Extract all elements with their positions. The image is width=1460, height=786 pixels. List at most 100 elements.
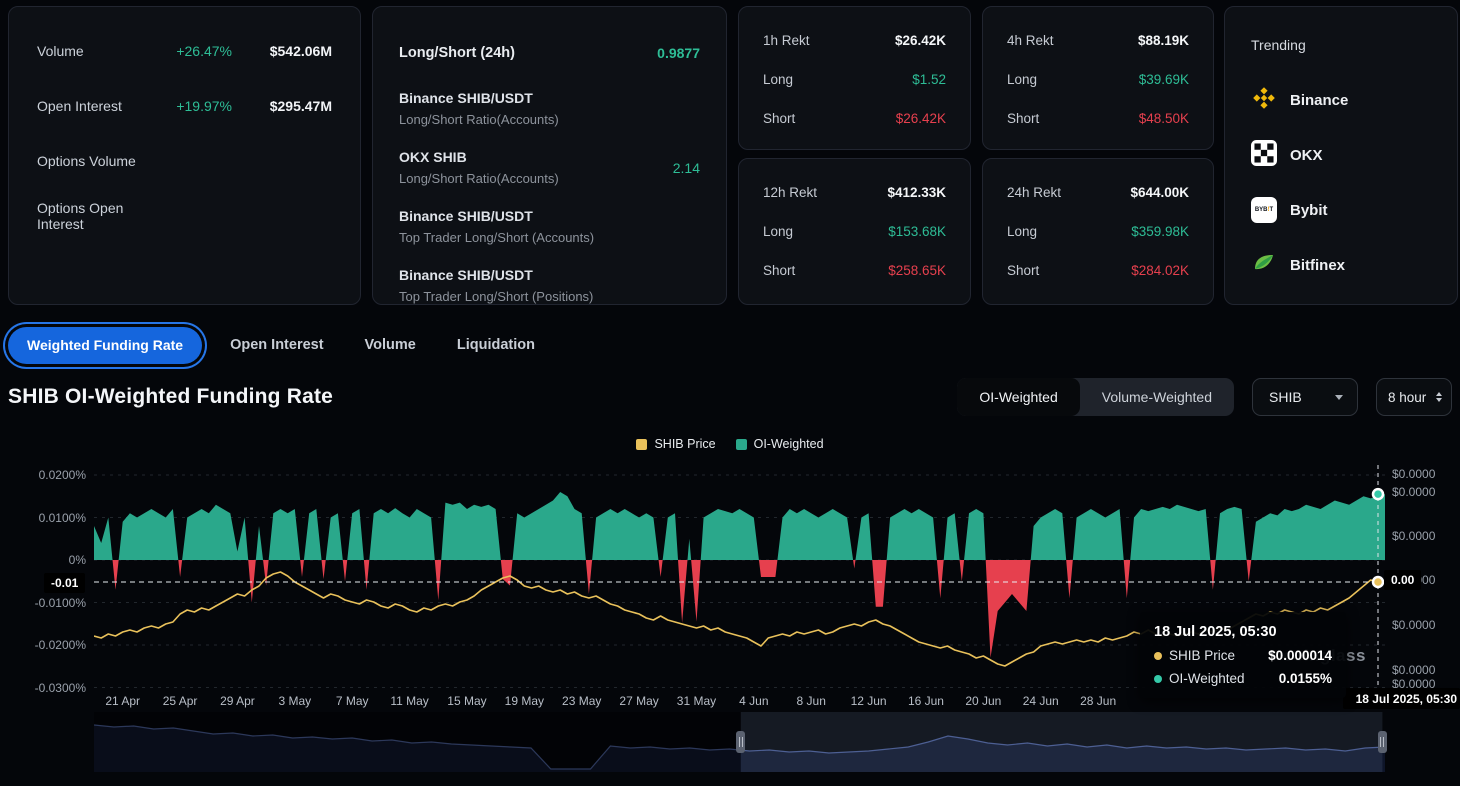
y-tick-right: $0.0000 xyxy=(1392,529,1435,543)
yellow-dot-icon xyxy=(1154,652,1162,660)
rekt-card-24h: 24h Rekt$644.00K Long$359.98K Short$284.… xyxy=(982,158,1214,305)
weight-toggle: OI-Weighted Volume-Weighted xyxy=(957,378,1234,416)
y-tick-right: $0.0000 xyxy=(1392,663,1435,677)
ls-row-title: Binance SHIB/USDT xyxy=(399,90,700,106)
market-stats-card: Volume +26.47% $542.06M Open Interest +1… xyxy=(8,6,361,305)
crosshair-y-badge-left: -0.01 xyxy=(44,573,85,593)
app-root: Volume +26.47% $542.06M Open Interest +1… xyxy=(0,0,1460,786)
tooltip-value: 0.0155% xyxy=(1279,671,1332,686)
y-tick-right: $0.0000 xyxy=(1392,485,1435,499)
navigator-left-handle[interactable] xyxy=(736,731,745,753)
ls-row-subtitle: Long/Short Ratio(Accounts) xyxy=(399,112,700,127)
ls-row-top-trader-accounts[interactable]: Binance SHIB/USDT Top Trader Long/Short … xyxy=(399,208,700,245)
navigator-right-handle[interactable] xyxy=(1378,731,1387,753)
y-tick-left: 0% xyxy=(8,553,86,567)
ls-row-subtitle: Long/Short Ratio(Accounts) xyxy=(399,171,673,186)
stat-row-options-volume[interactable]: Options Volume xyxy=(37,154,332,168)
tooltip-value: $0.000014 xyxy=(1268,648,1332,663)
page-title: SHIB OI-Weighted Funding Rate xyxy=(8,385,957,409)
rekt-short-value: $284.02K xyxy=(1131,263,1189,278)
trending-item-binance[interactable]: Binance xyxy=(1251,87,1431,113)
legend-swatch-teal-icon xyxy=(736,439,747,450)
legend-oi-weighted[interactable]: OI-Weighted xyxy=(736,437,824,451)
interval-select[interactable]: 8 hour xyxy=(1376,378,1452,416)
y-tick-left: -0.0300% xyxy=(8,681,86,695)
binance-logo-icon xyxy=(1251,85,1277,116)
ls-row-top-trader-positions[interactable]: Binance SHIB/USDT Top Trader Long/Short … xyxy=(399,267,700,304)
trending-item-okx[interactable]: OKX xyxy=(1251,142,1431,168)
tooltip-label: OI-Weighted xyxy=(1169,671,1279,686)
stat-value: $542.06M xyxy=(232,43,332,59)
stat-change: +19.97% xyxy=(140,98,232,114)
ls-row-subtitle: Top Trader Long/Short (Accounts) xyxy=(399,230,700,245)
tab-weighted-funding-rate[interactable]: Weighted Funding Rate xyxy=(8,327,202,364)
rekt-period: 24h Rekt xyxy=(1007,185,1061,200)
tab-liquidation[interactable]: Liquidation xyxy=(457,337,535,353)
bybit-logo-icon: BYB!T xyxy=(1251,197,1277,223)
rekt-total: $644.00K xyxy=(1130,185,1189,200)
ls-row-title: Binance SHIB/USDT xyxy=(399,208,700,224)
stat-row-options-open-interest[interactable]: Options Open Interest xyxy=(37,209,332,223)
trending-title: Trending xyxy=(1251,37,1431,52)
rekt-long-value: $359.98K xyxy=(1131,224,1189,239)
trending-item-bitfinex[interactable]: Bitfinex xyxy=(1251,252,1431,278)
rekt-card-1h: 1h Rekt$26.42K Long$1.52 Short$26.42K xyxy=(738,6,971,150)
updown-stepper-icon xyxy=(1436,392,1442,402)
rekt-total: $88.19K xyxy=(1138,33,1189,48)
ls-row-subtitle: Top Trader Long/Short (Positions) xyxy=(399,289,700,304)
stat-row-volume[interactable]: Volume +26.47% $542.06M xyxy=(37,44,332,58)
bitfinex-leaf-icon xyxy=(1251,250,1277,281)
rekt-short-label: Short xyxy=(763,111,795,126)
rekt-card-12h: 12h Rekt$412.33K Long$153.68K Short$258.… xyxy=(738,158,971,305)
rekt-period: 12h Rekt xyxy=(763,185,817,200)
tooltip-row-shib-price: SHIB Price $0.000014 xyxy=(1154,648,1332,663)
tab-open-interest[interactable]: Open Interest xyxy=(230,337,323,353)
rekt-long-label: Long xyxy=(763,72,793,87)
rekt-total: $412.33K xyxy=(887,185,946,200)
y-tick-left: 0.0100% xyxy=(8,511,86,525)
trending-item-bybit[interactable]: BYB!T Bybit xyxy=(1251,197,1431,223)
trending-exchange-name: Bybit xyxy=(1290,202,1328,219)
long-short-24h-value: 0.9877 xyxy=(657,45,700,61)
chart-tabs: Weighted Funding Rate Open Interest Volu… xyxy=(8,325,535,365)
chart-header: SHIB OI-Weighted Funding Rate OI-Weighte… xyxy=(8,378,1452,416)
tooltip-row-oi-weighted: OI-Weighted 0.0155% xyxy=(1154,671,1332,686)
long-short-24h-row[interactable]: Long/Short (24h) 0.9877 xyxy=(399,45,700,60)
toggle-oi-weighted[interactable]: OI-Weighted xyxy=(957,378,1079,416)
rekt-short-value: $258.65K xyxy=(888,263,946,278)
ls-row-okx-accounts[interactable]: OKX SHIB Long/Short Ratio(Accounts) 2.14 xyxy=(399,149,700,186)
interval-select-value: 8 hour xyxy=(1388,390,1426,405)
ls-row-title: Binance SHIB/USDT xyxy=(399,267,700,283)
y-tick-right: $0.0000 xyxy=(1392,618,1435,632)
stat-label: Options Volume xyxy=(37,153,140,169)
rekt-short-label: Short xyxy=(1007,111,1039,126)
rekt-long-label: Long xyxy=(1007,72,1037,87)
ls-row-title: OKX SHIB xyxy=(399,149,673,165)
legend-shib-price[interactable]: SHIB Price xyxy=(636,437,715,451)
ls-row-binance-accounts[interactable]: Binance SHIB/USDT Long/Short Ratio(Accou… xyxy=(399,90,700,127)
tooltip-date: 18 Jul 2025, 05:30 xyxy=(1154,624,1332,640)
trending-card: Trending Binance xyxy=(1224,6,1458,305)
stat-value: $295.47M xyxy=(232,98,332,114)
rekt-period: 4h Rekt xyxy=(1007,33,1054,48)
chart-tooltip: 18 Jul 2025, 05:30 SHIB Price $0.000014 … xyxy=(1140,612,1346,698)
trending-exchange-name: Bitfinex xyxy=(1290,257,1345,274)
coin-select[interactable]: SHIB xyxy=(1252,378,1358,416)
stat-row-open-interest[interactable]: Open Interest +19.97% $295.47M xyxy=(37,99,332,113)
trending-exchange-name: Binance xyxy=(1290,92,1348,109)
rekt-short-label: Short xyxy=(763,263,795,278)
y-tick-left: -0.0100% xyxy=(8,596,86,610)
chart-legend: SHIB Price OI-Weighted xyxy=(0,437,1460,451)
rekt-long-value: $153.68K xyxy=(888,224,946,239)
y-tick-right: $0.0000 xyxy=(1392,467,1435,481)
grip-icon xyxy=(1380,737,1384,747)
rekt-short-value: $26.42K xyxy=(896,111,946,126)
crosshair-y-badge-right: 0.00 xyxy=(1384,570,1421,590)
coin-select-value: SHIB xyxy=(1269,389,1302,405)
toggle-volume-weighted[interactable]: Volume-Weighted xyxy=(1080,378,1234,416)
stat-label: Volume xyxy=(37,43,140,59)
trending-exchange-name: OKX xyxy=(1290,147,1323,164)
tab-volume[interactable]: Volume xyxy=(365,337,416,353)
y-tick-left: 0.0200% xyxy=(8,468,86,482)
stat-change: +26.47% xyxy=(140,43,232,59)
